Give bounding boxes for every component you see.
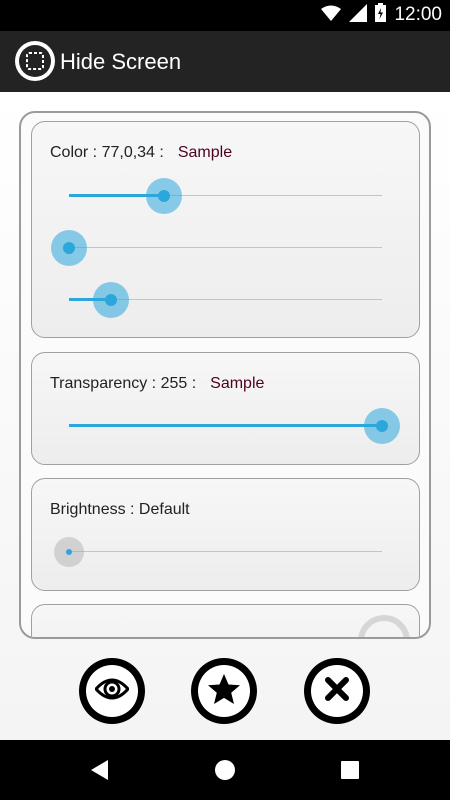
- blue-slider[interactable]: [69, 280, 382, 320]
- navigation-bar: [0, 740, 450, 800]
- brightness-label: Brightness : Default: [50, 501, 190, 518]
- main-content: Color : 77,0,34 : Sample Transparency: …: [0, 92, 450, 740]
- action-bar: Hide Screen: [0, 31, 450, 92]
- settings-panel[interactable]: Color : 77,0,34 : Sample Transparency: …: [19, 111, 431, 639]
- wifi-icon: [321, 5, 342, 26]
- transparency-slider-dot: [376, 420, 388, 432]
- next-card: [31, 604, 420, 637]
- transparency-value-text: Transparency : 255 :: [50, 375, 197, 392]
- back-icon[interactable]: [88, 758, 112, 782]
- close-button-ring: [311, 665, 363, 717]
- show-button-ring: [86, 665, 138, 717]
- close-button[interactable]: [304, 658, 370, 724]
- eye-icon: [93, 677, 131, 706]
- brightness-slider-track: [69, 551, 382, 552]
- app-logo-icon: [15, 41, 55, 81]
- brightness-card: Brightness : Default: [31, 478, 420, 591]
- red-slider-dot: [157, 190, 170, 202]
- brightness-slider[interactable]: [54, 532, 382, 572]
- blue-slider-dot: [104, 294, 117, 306]
- recents-icon[interactable]: [338, 758, 362, 782]
- color-sample: Sample: [177, 144, 233, 161]
- show-button[interactable]: [79, 658, 145, 724]
- green-slider[interactable]: [51, 228, 382, 268]
- signal-icon: [349, 3, 368, 27]
- favorite-button[interactable]: [191, 658, 257, 724]
- star-icon: [207, 673, 241, 710]
- home-icon[interactable]: [213, 758, 237, 782]
- clock: 12:00: [394, 4, 442, 25]
- transparency-label: Transparency : 255 : Sample: [50, 375, 264, 393]
- favorite-button-ring: [198, 665, 250, 717]
- transparency-slider[interactable]: [69, 406, 400, 446]
- color-label: Color : 77,0,34 : Sample: [50, 144, 232, 162]
- transparency-slider-fill: [69, 424, 382, 427]
- refresh-icon[interactable]: [358, 615, 410, 637]
- transparency-sample: Sample: [210, 375, 265, 392]
- green-slider-track: [69, 247, 382, 248]
- close-icon: [324, 676, 350, 707]
- color-value-text: Color : 77,0,34 :: [50, 144, 164, 161]
- green-slider-dot: [63, 242, 75, 254]
- red-slider[interactable]: [69, 176, 382, 216]
- status-bar: 12:00: [0, 0, 450, 31]
- battery-icon: [375, 3, 387, 27]
- app-title: Hide Screen: [60, 49, 182, 74]
- transparency-card: Transparency : 255 : Sample: [31, 352, 420, 465]
- color-card: Color : 77,0,34 : Sample: [31, 121, 420, 338]
- brightness-slider-dot: [66, 549, 72, 555]
